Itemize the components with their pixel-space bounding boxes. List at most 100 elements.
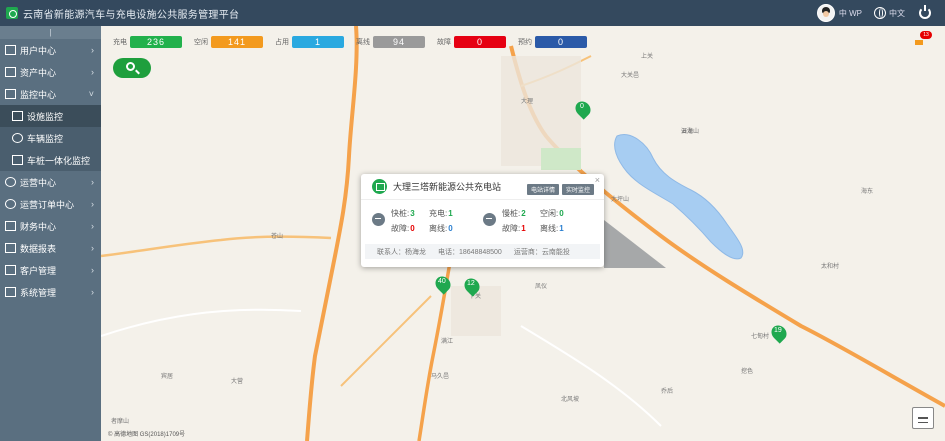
- stat-occupied[interactable]: 占用 1: [275, 36, 344, 48]
- popup-header: 大理三塔新能源公共充电站 电站详情 实时监控: [361, 174, 604, 200]
- logout-icon[interactable]: [919, 5, 931, 19]
- pile-stat: 慢桩:2: [502, 209, 526, 218]
- stat-value: 141: [211, 36, 263, 48]
- map-label: 马久邑: [431, 374, 450, 380]
- stat-fault[interactable]: 故障 0: [437, 36, 506, 48]
- map-copyright: © 高德地图 GS(2018)1709号: [108, 432, 186, 438]
- sidebar-item-label: 用户中心: [20, 45, 57, 56]
- road-secondary-1: [101, 235, 332, 258]
- stat-idle[interactable]: 空闲 141: [194, 36, 263, 48]
- sidebar-item-operation-center[interactable]: 运营中心 ›: [0, 171, 101, 193]
- stat-value: 94: [373, 36, 425, 48]
- chevron-right-icon: ›: [91, 265, 94, 275]
- map-label: 宾居: [161, 374, 174, 380]
- plug-icon: [5, 177, 16, 187]
- chevron-right-icon: ›: [91, 221, 94, 231]
- status-summary-bar: 充电 236 空闲 141 占用 1 离线 94 故障 0 预约 0: [113, 36, 599, 48]
- grid-icon: [5, 243, 16, 253]
- stat-value: 0: [454, 36, 506, 48]
- language-label[interactable]: 中文: [889, 8, 905, 19]
- top-bar: 云南省新能源汽车与充电设施公共服务管理平台 中 WP 中文: [0, 0, 945, 26]
- map-label: 挖色: [741, 369, 754, 375]
- sidebar-item-label: 车辆监控: [27, 133, 64, 144]
- map-label: 大关邑: [621, 73, 640, 79]
- map-label: 大坪山: [611, 197, 630, 203]
- stat-charging[interactable]: 充电 236: [113, 36, 182, 48]
- pile-stat: 充电:1: [429, 209, 453, 218]
- grid-icon: [5, 89, 16, 99]
- charging-station-icon: [372, 179, 387, 194]
- sidebar-item-customers[interactable]: 客户管理 ›: [0, 259, 101, 281]
- pile-stat: 空闲:0: [540, 209, 564, 218]
- map-label: 大营: [231, 379, 244, 385]
- stat-label: 占用: [275, 39, 289, 46]
- chevron-right-icon: ›: [91, 67, 94, 77]
- grid-icon: [12, 155, 23, 165]
- sidebar-item-user-center[interactable]: 用户中心 ›: [0, 39, 101, 61]
- sidebar-item-asset-center[interactable]: 资产中心 ›: [0, 61, 101, 83]
- station-marker-count: 40: [438, 278, 446, 285]
- sidebar-item-label: 运营中心: [20, 177, 57, 188]
- avatar[interactable]: [816, 4, 835, 22]
- road-white-2: [520, 325, 662, 427]
- sidebar-item-monitor-center[interactable]: 监控中心 ˅: [0, 83, 101, 105]
- station-marker-count: 12: [467, 280, 475, 287]
- grid-icon: [5, 265, 16, 275]
- map-label: 海东: [861, 189, 874, 195]
- grid-icon: [5, 45, 16, 55]
- realtime-monitor-button[interactable]: 实时监控: [562, 184, 595, 195]
- sidebar-item-label: 财务中心: [20, 221, 57, 232]
- sidebar-item-label: 客户管理: [20, 265, 57, 276]
- app-title: 云南省新能源汽车与充电设施公共服务管理平台: [23, 9, 240, 21]
- station-detail-button[interactable]: 电站详情: [527, 184, 560, 195]
- stat-offline[interactable]: 离线 94: [356, 36, 425, 48]
- station-info-popup: × 大理三塔新能源公共充电站 电站详情 实时监控 快桩:3 充电:1 故障:0 …: [361, 174, 604, 267]
- stat-value: 236: [130, 36, 182, 48]
- road-secondary-2: [340, 295, 432, 387]
- station-marker-count: 0: [580, 103, 584, 110]
- map-label: 云龙山: [681, 129, 700, 135]
- sidebar-item-facility-monitor[interactable]: 设施监控: [0, 105, 101, 127]
- chart-icon: [5, 199, 16, 209]
- map-label: 太和村: [821, 264, 840, 270]
- home-icon: [5, 67, 16, 77]
- pile-stats-grid: 慢桩:2 空闲:0 故障:1 离线:1: [502, 208, 578, 234]
- sidebar-item-order-center[interactable]: 运营订单中心 ›: [0, 193, 101, 215]
- sidebar-item-vehicle-monitor[interactable]: 车辆监控: [0, 127, 101, 149]
- pile-group-fast: 慢桩:2 空闲:0 故障:1 离线:1: [483, 208, 594, 244]
- stat-reserved[interactable]: 预约 0: [518, 36, 587, 48]
- sidebar-item-system[interactable]: 系统管理 ›: [0, 281, 101, 303]
- ac-pile-icon: [372, 213, 385, 226]
- sidebar-item-vehicle-pile-monitor[interactable]: 车桩一体化监控: [0, 149, 101, 171]
- map-label: 满江: [441, 339, 454, 345]
- logo-icon: [6, 7, 18, 19]
- stat-value: 1: [292, 36, 344, 48]
- sidebar-item-reports[interactable]: 数据报表 ›: [0, 237, 101, 259]
- sidebar-collapse-toggle[interactable]: |: [0, 26, 101, 39]
- pile-stat: 离线:1: [540, 224, 564, 233]
- map-label: 大理: [521, 99, 534, 105]
- map-label: 凤仪: [535, 284, 548, 290]
- map-search-button[interactable]: [113, 58, 151, 78]
- close-icon[interactable]: ×: [595, 175, 600, 185]
- message-count-badge: 13: [920, 31, 932, 39]
- chevron-right-icon: ›: [91, 45, 94, 55]
- map-tool-button[interactable]: [912, 407, 934, 429]
- car-icon: [12, 133, 23, 143]
- user-name[interactable]: 中 WP: [839, 8, 862, 19]
- stat-value: 0: [535, 36, 587, 48]
- sidebar-item-label: 车桩一体化监控: [27, 155, 91, 166]
- globe-icon[interactable]: [874, 7, 886, 19]
- sidebar-item-label: 运营订单中心: [20, 199, 75, 210]
- popup-pile-stats: 快桩:3 充电:1 故障:0 离线:0 慢桩:2 空闲:0 故障:1 离线:1: [361, 200, 604, 244]
- contact-person: 联系人：杨海龙: [377, 248, 426, 256]
- grid-icon: [12, 111, 23, 121]
- map-label: 乔后: [661, 389, 674, 395]
- message-icon[interactable]: [915, 40, 923, 45]
- chevron-right-icon: ›: [91, 199, 94, 209]
- grid-icon: [5, 287, 16, 297]
- search-icon: [126, 62, 135, 71]
- sidebar-item-finance-center[interactable]: 财务中心 ›: [0, 215, 101, 237]
- pile-stat: 故障:1: [502, 224, 526, 233]
- stat-label: 充电: [113, 39, 127, 46]
